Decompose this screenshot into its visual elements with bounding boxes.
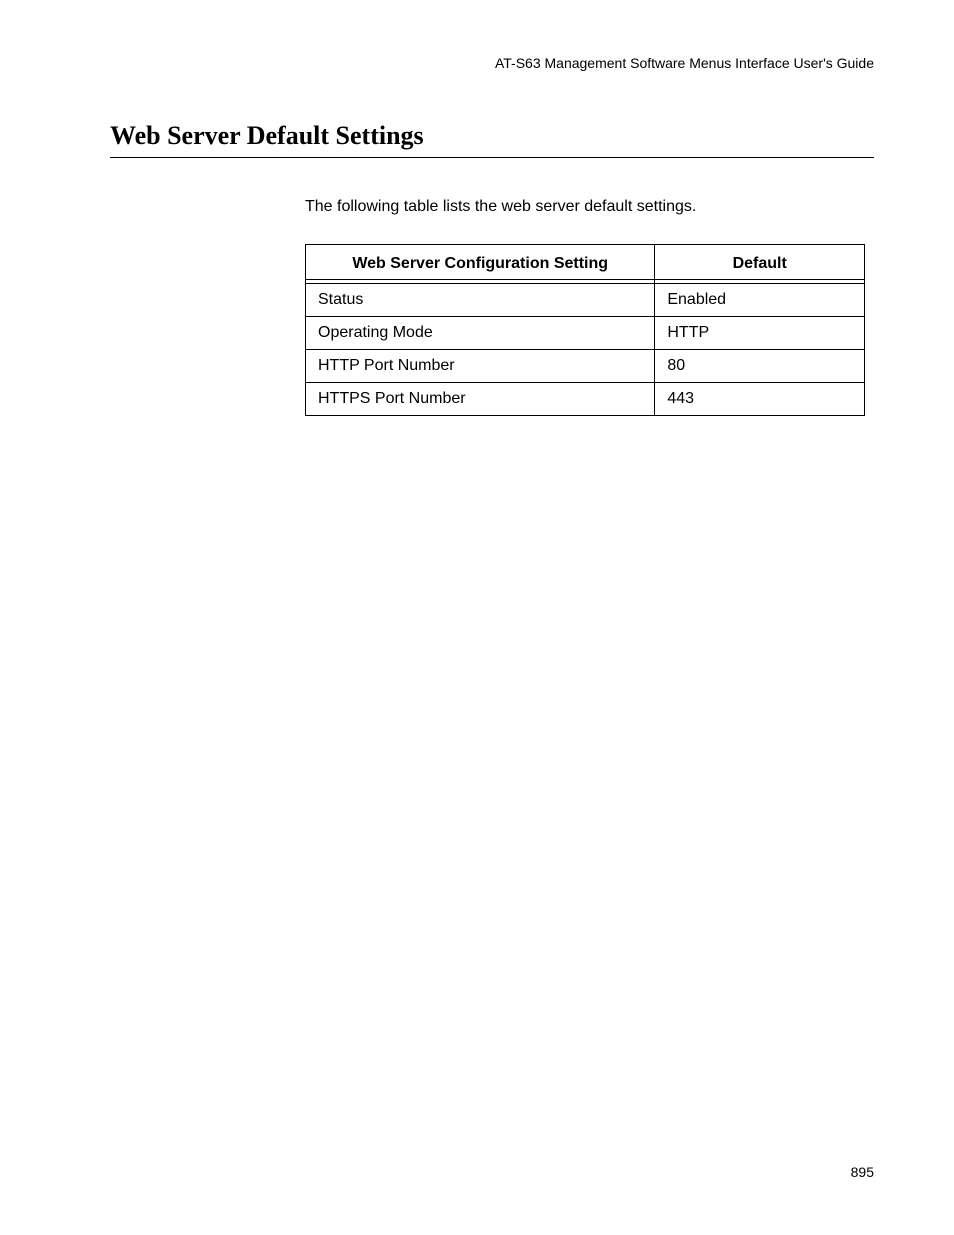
table-cell-setting: Operating Mode [306, 317, 655, 350]
intro-paragraph: The following table lists the web server… [305, 198, 874, 216]
table-cell-default: HTTP [655, 317, 865, 350]
table-header-default-label: Default [733, 255, 787, 272]
table-header-row: Web Server Configuration Setting Default [306, 245, 865, 284]
web-server-config-table: Web Server Configuration Setting Default… [305, 244, 865, 416]
header-underline [655, 279, 864, 280]
table-cell-default: Enabled [655, 284, 865, 317]
table-cell-default: 443 [655, 383, 865, 416]
table-row: HTTPS Port Number 443 [306, 383, 865, 416]
table-row: Status Enabled [306, 284, 865, 317]
page-number: 895 [851, 1164, 874, 1180]
table-cell-setting: HTTPS Port Number [306, 383, 655, 416]
table-header-setting-label: Web Server Configuration Setting [352, 255, 608, 272]
table-row: HTTP Port Number 80 [306, 350, 865, 383]
table-header-default: Default [655, 245, 865, 284]
section-title: Web Server Default Settings [110, 121, 874, 158]
header-underline [306, 279, 654, 280]
table-cell-default: 80 [655, 350, 865, 383]
content-area: The following table lists the web server… [305, 198, 874, 416]
table-row: Operating Mode HTTP [306, 317, 865, 350]
table-cell-setting: HTTP Port Number [306, 350, 655, 383]
table-cell-setting: Status [306, 284, 655, 317]
table-header-setting: Web Server Configuration Setting [306, 245, 655, 284]
page-header-guide-title: AT-S63 Management Software Menus Interfa… [110, 55, 874, 71]
